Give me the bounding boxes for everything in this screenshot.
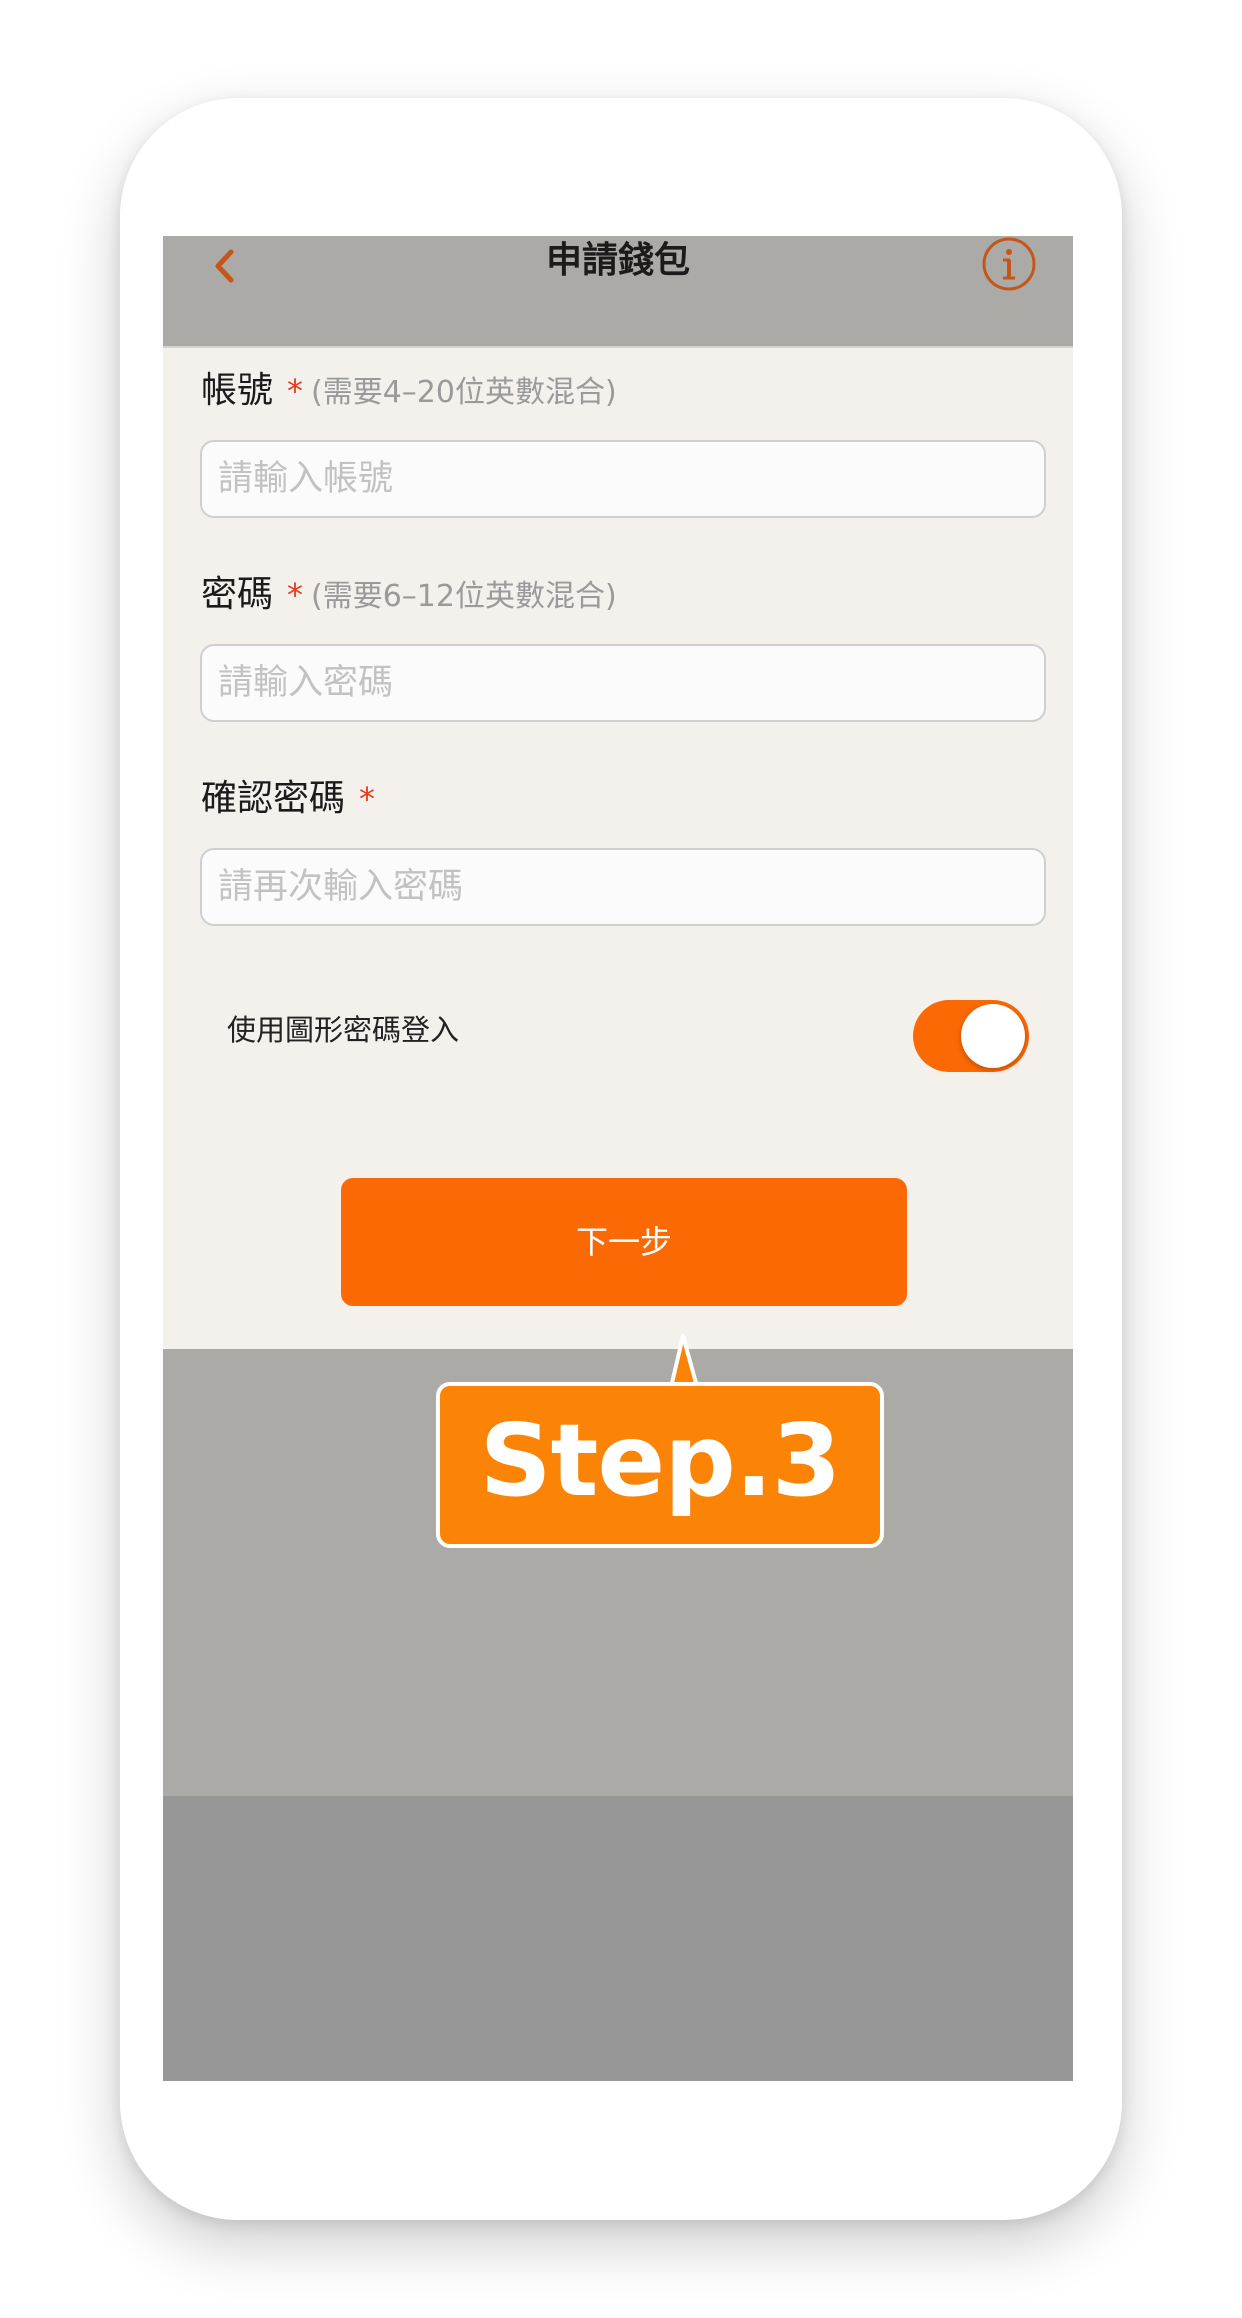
account-label: 帳號 * (需要4–20位英數混合) [201, 366, 617, 416]
account-input[interactable] [202, 442, 1044, 516]
confirm-password-field[interactable] [200, 848, 1046, 926]
callout-pointer-joint [493, 1386, 593, 1394]
password-input[interactable] [202, 646, 1044, 720]
required-mark: * [287, 576, 304, 614]
password-field[interactable] [200, 644, 1046, 722]
next-step-button[interactable]: 下一步 [341, 1178, 907, 1306]
step-callout: Step.3 [436, 1382, 884, 1548]
wallet-form: 帳號*(需要4–20位英數混合) 密碼*(需要6–12位英數混合) 確認密碼* … [163, 346, 1073, 1349]
password-label-text: 密碼 [201, 574, 274, 615]
nav-bar: 申請錢包 [163, 236, 1073, 346]
toggle-knob [961, 1004, 1025, 1068]
required-mark: * [359, 780, 376, 818]
bottom-dim-area [163, 1796, 1073, 2081]
password-label: 密碼 * (需要6–12位英數混合) [201, 570, 617, 620]
account-hint: (需要4–20位英數混合) [311, 375, 617, 410]
app-screen: 申請錢包 帳號*(需要4–20位英數混合) 密碼*(需要6–12位英數混合) 確… [163, 236, 1073, 2081]
password-hint: (需要6–12位英數混合) [311, 579, 617, 614]
info-button[interactable] [981, 236, 1037, 292]
required-mark: * [287, 372, 304, 410]
account-label-text: 帳號 [201, 370, 274, 411]
info-circle-icon [982, 237, 1036, 291]
pattern-login-label: 使用圖形密碼登入 [227, 1013, 460, 1047]
confirm-password-label-text: 確認密碼 [201, 778, 346, 819]
confirm-password-input[interactable] [202, 850, 1044, 924]
pattern-login-toggle[interactable] [913, 1000, 1029, 1072]
confirm-password-label: 確認密碼 * [201, 774, 375, 824]
step-callout-text: Step.3 [479, 1402, 842, 1519]
page-title: 申請錢包 [545, 240, 690, 281]
account-field[interactable] [200, 440, 1046, 518]
